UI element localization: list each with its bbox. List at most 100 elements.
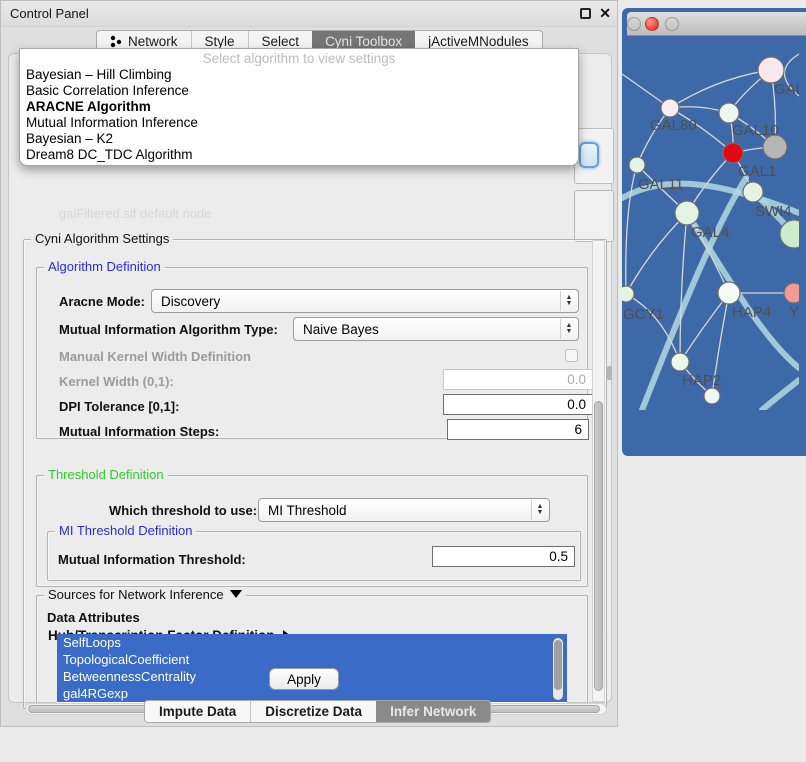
attributes-scrollbar[interactable] [553, 638, 563, 700]
focused-combo-arrow-fragment [579, 142, 599, 168]
node-label: GAL11 [638, 176, 684, 193]
network-icon [110, 35, 123, 48]
zoom-window-icon[interactable] [627, 17, 641, 31]
which-threshold-label: Which threshold to use: [109, 503, 257, 518]
network-edge[interactable] [670, 70, 771, 108]
close-window-icon[interactable] [645, 17, 659, 31]
mi-threshold-group: MI Threshold Definition Mutual Informati… [47, 531, 581, 581]
node-gal80[interactable] [661, 99, 679, 117]
node-label: GCY1 [623, 306, 664, 323]
tab-label: jActiveMNodules [428, 34, 529, 49]
tab-label: Impute Data [159, 704, 236, 719]
sources-group: Sources for Network Inference Data Attri… [36, 595, 588, 707]
attribute-list-item[interactable]: TopologicalCoefficient [57, 651, 567, 668]
node-label: GAL [774, 81, 799, 98]
tab-label: Network [128, 34, 178, 49]
tab-impute-data[interactable]: Impute Data [145, 701, 250, 722]
aracne-mode-label: Aracne Mode: [59, 294, 145, 309]
threshold-definition-title: Threshold Definition [44, 467, 168, 482]
network-window-titlebar [627, 12, 806, 36]
node-label: GAL4 [691, 224, 729, 241]
node-pink-top[interactable] [758, 57, 784, 83]
mi-steps-label: Mutual Information Steps: [59, 424, 219, 439]
settings-vscroll-thumb[interactable] [594, 401, 603, 691]
expanded-arrow-icon [230, 590, 242, 598]
tab-label: Infer Network [390, 704, 476, 719]
node-salmon[interactable] [784, 283, 799, 303]
close-panel-icon[interactable]: ✕ [599, 5, 611, 22]
mi-threshold-field[interactable]: 0.5 [432, 546, 575, 567]
network-edge-highlighted[interactable] [762, 380, 799, 410]
spinner-arrows-icon: ▲▼ [560, 319, 574, 339]
algorithm-definition-group: Algorithm Definition Aracne Mode: Discov… [36, 267, 588, 439]
mi-type-value: Naive Bayes [303, 322, 379, 337]
ghost-network-hint: galFiltered.sif default node [59, 206, 211, 221]
tab-label: Select [262, 34, 300, 49]
splitter-handle[interactable] [607, 366, 612, 380]
node-label: SWI4 [755, 203, 792, 220]
algorithm-definition-title: Algorithm Definition [44, 259, 165, 274]
node-gal1[interactable] [723, 143, 743, 163]
sources-title-text: Sources for Network Inference [48, 587, 224, 602]
node-hap2[interactable] [671, 353, 689, 371]
which-threshold-select[interactable]: MI Threshold ▲▼ [258, 498, 550, 522]
algorithm-option[interactable]: ARACNE Algorithm [20, 99, 578, 115]
network-edge[interactable] [626, 165, 637, 294]
tab-label: Cyni Toolbox [325, 34, 402, 49]
algorithm-option[interactable]: Basic Correlation Inference [20, 83, 578, 99]
settings-group-title: Cyni Algorithm Settings [31, 231, 173, 246]
background-group-fragment [574, 190, 614, 242]
algorithm-option[interactable]: Bayesian – Hill Climbing [20, 67, 578, 83]
mi-algorithm-type-select[interactable]: Naive Bayes ▲▼ [293, 317, 579, 341]
node-gal11[interactable] [629, 157, 645, 173]
screenshot-root: Control Panel ✕ Network Style Select Cyn… [0, 0, 806, 762]
tab-infer-network[interactable]: Infer Network [376, 701, 490, 722]
sources-group-title[interactable]: Sources for Network Inference [44, 587, 246, 602]
network-view-window: GALGAL80GAL10GAL1GAL11SWI4GAL4GCY1HAP4YH… [622, 8, 806, 456]
algorithm-option[interactable]: Dream8 DC_TDC Algorithm [20, 147, 578, 163]
spinner-arrows-icon: ▲▼ [560, 291, 574, 311]
node-swi4[interactable] [743, 182, 763, 202]
kernel-width-label: Kernel Width (0,1): [59, 374, 174, 389]
dpi-tolerance-field[interactable]: 0.0 [443, 394, 593, 415]
mi-type-label: Mutual Information Algorithm Type: [59, 322, 278, 337]
float-window-icon[interactable] [580, 8, 591, 19]
panel-title: Control Panel [10, 6, 89, 21]
threshold-definition-group: Threshold Definition Which threshold to … [36, 475, 588, 587]
node-label: HAP4 [732, 304, 771, 321]
attributes-scrollbar-thumb[interactable] [554, 640, 562, 690]
network-edge[interactable] [626, 213, 687, 294]
dpi-tolerance-label: DPI Tolerance [0,1]: [59, 399, 179, 414]
aracne-mode-value: Discovery [161, 294, 220, 309]
apply-button[interactable]: Apply [269, 668, 339, 690]
tab-label: Style [205, 34, 235, 49]
minimize-window-icon[interactable] [665, 17, 679, 31]
algorithm-option[interactable]: Mutual Information Inference [20, 115, 578, 131]
control-panel-titlebar: Control Panel ✕ [1, 1, 617, 27]
cyni-algorithm-settings-group: Cyni Algorithm Settings Algorithm Defini… [23, 239, 607, 709]
node-label: GAL80 [650, 117, 697, 134]
control-panel-window: Control Panel ✕ Network Style Select Cyn… [0, 0, 618, 727]
mi-threshold-group-title: MI Threshold Definition [55, 523, 196, 538]
tab-label: Discretize Data [265, 704, 362, 719]
algorithm-option[interactable]: Bayesian – K2 [20, 131, 578, 147]
network-canvas[interactable]: GALGAL80GAL10GAL1GAL11SWI4GAL4GCY1HAP4YH… [622, 8, 799, 410]
spinner-arrows-icon: ▲▼ [531, 500, 545, 520]
node-gcy1[interactable] [622, 286, 634, 302]
manual-kernel-checkbox[interactable] [565, 349, 578, 362]
mi-steps-field[interactable]: 6 [447, 419, 589, 440]
which-threshold-value: MI Threshold [268, 503, 347, 518]
attribute-list-item[interactable]: SelfLoops [57, 634, 567, 651]
dropdown-placeholder: Select algorithm to view settings [20, 49, 578, 67]
kernel-width-field[interactable]: 0.0 [443, 369, 593, 390]
network-edge[interactable] [680, 213, 687, 362]
node-gal10[interactable] [719, 103, 739, 123]
node-gal4[interactable] [675, 201, 699, 225]
node-hap4[interactable] [718, 282, 740, 304]
data-attributes-label: Data Attributes [47, 610, 140, 625]
node-label: GAL1 [738, 163, 776, 180]
node-bottom[interactable] [704, 388, 720, 404]
settings-vertical-scrollbar[interactable] [592, 240, 605, 702]
aracne-mode-select[interactable]: Discovery ▲▼ [151, 289, 579, 313]
tab-discretize-data[interactable]: Discretize Data [250, 701, 376, 722]
